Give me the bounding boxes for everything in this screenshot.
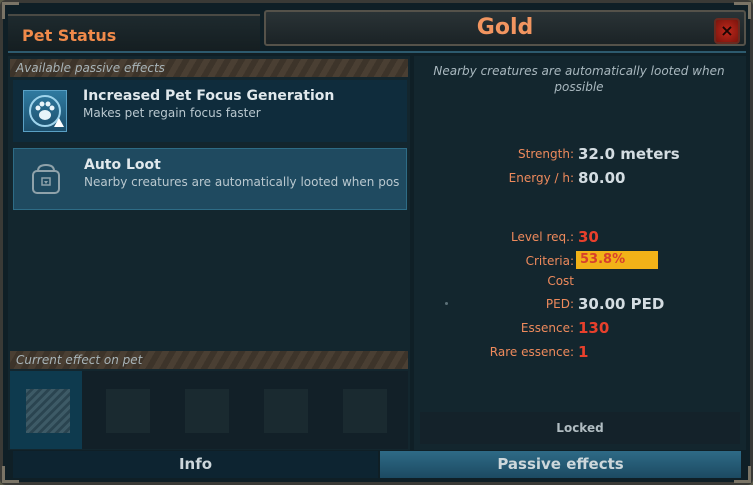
pet-name: Gold — [476, 15, 534, 40]
paw-icon — [23, 90, 67, 132]
slot-empty — [264, 389, 308, 433]
rare-essence-label: Rare essence: — [489, 345, 574, 359]
frame-corner — [2, 466, 19, 483]
rare-essence-value: 1 — [578, 343, 589, 361]
frame-corner — [2, 2, 19, 19]
criteria-label: Criteria: — [525, 254, 574, 268]
available-effects-heading: Available passive effects — [10, 59, 408, 77]
tab-info[interactable]: Info — [13, 451, 378, 478]
effect-description: Nearby creatures are automatically loote… — [84, 175, 400, 189]
ped-value: 30.00 PED — [578, 295, 665, 313]
effect-item-auto-loot[interactable]: Auto Loot Nearby creatures are automatic… — [13, 148, 407, 210]
frame-corner — [734, 466, 751, 483]
effect-name: Auto Loot — [84, 157, 161, 173]
window-title: Pet Status — [22, 26, 117, 45]
effect-slot-5[interactable] — [327, 371, 399, 449]
effect-slot-1[interactable] — [10, 371, 82, 449]
effect-item-focus[interactable]: Increased Pet Focus Generation Makes pet… — [13, 80, 407, 142]
title-divider — [8, 51, 746, 53]
loot-bag-icon — [24, 159, 68, 201]
energy-label: Energy / h: — [508, 171, 574, 185]
effect-slot-2[interactable] — [90, 371, 162, 449]
effect-slot-4[interactable] — [248, 371, 320, 449]
current-effect-heading: Current effect on pet — [10, 351, 408, 369]
effect-details-description: Nearby creatures are automatically loote… — [433, 64, 725, 94]
slot-pattern — [26, 389, 70, 433]
effect-description: Makes pet regain focus faster — [83, 106, 261, 120]
frame-corner — [734, 2, 751, 19]
current-effect-slots — [10, 371, 408, 449]
effect-slot-3[interactable] — [169, 371, 241, 449]
slot-empty — [106, 389, 150, 433]
level-label: Level req.: — [510, 230, 574, 244]
essence-value: 130 — [578, 319, 610, 337]
essence-label: Essence: — [520, 321, 574, 335]
close-button[interactable]: × — [714, 18, 740, 44]
tab-passive-effects[interactable]: Passive effects — [380, 451, 741, 478]
slot-empty — [343, 389, 387, 433]
strength-label: Strength: — [518, 147, 574, 161]
close-icon: × — [720, 21, 734, 40]
criteria-value: 53.8% — [580, 252, 626, 267]
strength-value: 32.0 meters — [578, 145, 680, 163]
effect-name: Increased Pet Focus Generation — [83, 88, 335, 104]
slot-empty — [185, 389, 229, 433]
cost-label: Cost — [547, 274, 574, 288]
level-value: 30 — [578, 228, 599, 246]
ped-label: PED: — [545, 297, 574, 311]
energy-value: 80.00 — [578, 169, 626, 187]
locked-status-button[interactable]: Locked — [420, 412, 740, 444]
